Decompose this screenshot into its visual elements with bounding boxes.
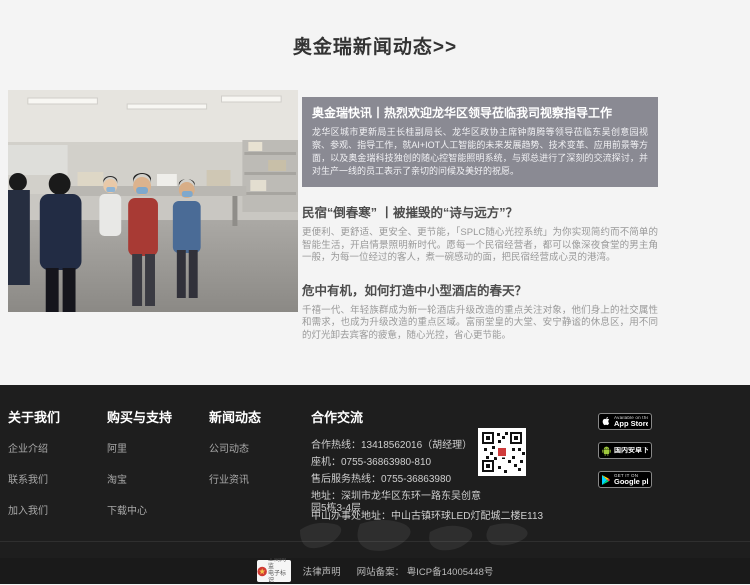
news-content: 奥金瑞快讯丨热烈欢迎龙华区领导莅临我司视察指导工作 龙华区城市更新局王长桂副局长… bbox=[0, 90, 750, 342]
article-featured[interactable]: 奥金瑞快讯丨热烈欢迎龙华区领导莅临我司视察指导工作 龙华区城市更新局王长桂副局长… bbox=[302, 97, 658, 187]
hotline-number: 合作热线：13418562016（胡经理） bbox=[311, 440, 481, 452]
landline-number: 座机：0755-36863980-810 bbox=[311, 457, 481, 469]
app-store-badge[interactable]: Available on the App Store bbox=[598, 413, 652, 430]
article-summary: 千禧一代、年轻族群成为新一轮酒店升级改造的重点关注对象，他们身上的社交属性和需求… bbox=[302, 305, 658, 343]
factory-visit-photo-illustration bbox=[8, 90, 298, 312]
news-photo[interactable] bbox=[8, 90, 298, 312]
app-download-badges: Available on the App Store 国内安卓下载 bbox=[598, 413, 652, 500]
footer-col-about: 关于我们 企业介绍 联系我们 加入我们 bbox=[8, 407, 107, 533]
footer-link-download-center[interactable]: 下载中心 bbox=[107, 502, 209, 517]
badge-main-text: App Store bbox=[614, 420, 648, 428]
footer-heading: 关于我们 bbox=[8, 407, 107, 426]
page-title[interactable]: 奥金瑞新闻动态>> bbox=[293, 32, 457, 59]
article-title[interactable]: 危中有机，如何打造中小型酒店的春天？ bbox=[302, 280, 658, 299]
gongshang-wangjian-seal[interactable]: 工商网监电子标识 bbox=[257, 560, 291, 582]
footer-divider bbox=[0, 541, 750, 542]
footer-link-industry-info[interactable]: 行业资讯 bbox=[209, 471, 311, 486]
footer-link-taobao[interactable]: 淘宝 bbox=[107, 471, 209, 486]
android-icon bbox=[602, 445, 611, 456]
after-sales-number: 售后服务热线：0755-36863980 bbox=[311, 474, 481, 486]
site-footer: 关于我们 企业介绍 联系我们 加入我们 购买与支持 阿里 淘宝 下载中心 新闻动… bbox=[0, 385, 750, 558]
footer-link-company-news[interactable]: 公司动态 bbox=[209, 440, 311, 455]
article-summary: 龙华区城市更新局王长桂副局长、龙华区政协主席钟荫腾等领导莅临东吴创意园视察、参观… bbox=[312, 126, 648, 178]
footer-heading: 购买与支持 bbox=[107, 407, 209, 426]
article-title[interactable]: 民宿“倒春寒” 丨被摧毁的“诗与远方”？ bbox=[302, 202, 658, 221]
bottom-bar: 工商网监电子标识 法律声明 网站备案： 粤ICP备14005448号 bbox=[0, 558, 750, 584]
world-map-decoration bbox=[290, 518, 590, 558]
footer-link-company-intro[interactable]: 企业介绍 bbox=[8, 440, 107, 455]
article-summary: 更便利、更舒适、更安全、更节能，「SPLC随心光控系统」为你实现简约而不简单的智… bbox=[302, 227, 658, 265]
android-download-badge[interactable]: 国内安卓下载 bbox=[598, 442, 652, 459]
footer-heading: 新闻动态 bbox=[209, 407, 311, 426]
icp-filing-link[interactable]: 网站备案： 粤ICP备14005448号 bbox=[357, 564, 494, 578]
google-play-icon bbox=[602, 474, 611, 485]
apple-icon bbox=[602, 416, 611, 427]
footer-link-ali[interactable]: 阿里 bbox=[107, 440, 209, 455]
article-title[interactable]: 奥金瑞快讯丨热烈欢迎龙华区领导莅临我司视察指导工作 bbox=[312, 104, 648, 121]
footer-link-contact-us[interactable]: 联系我们 bbox=[8, 471, 107, 486]
news-section-header: 奥金瑞新闻动态>> bbox=[0, 0, 750, 90]
badge-main-text: Google play bbox=[614, 478, 648, 486]
seal-text: 工商网监电子标识 bbox=[268, 557, 291, 585]
footer-col-buy-support: 购买与支持 阿里 淘宝 下载中心 bbox=[107, 407, 209, 533]
badge-main-text: 国内安卓下载 bbox=[614, 447, 648, 454]
qr-code-image bbox=[478, 428, 526, 476]
article-item[interactable]: 民宿“倒春寒” 丨被摧毁的“诗与远方”？ 更便利、更舒适、更安全、更节能，「SP… bbox=[302, 202, 658, 265]
legal-notice-link[interactable]: 法律声明 bbox=[303, 564, 341, 578]
footer-heading: 合作交流 bbox=[311, 407, 481, 426]
footer-col-news: 新闻动态 公司动态 行业资讯 bbox=[209, 407, 311, 533]
article-item[interactable]: 危中有机，如何打造中小型酒店的春天？ 千禧一代、年轻族群成为新一轮酒店升级改造的… bbox=[302, 280, 658, 343]
footer-link-join-us[interactable]: 加入我们 bbox=[8, 502, 107, 517]
national-emblem-icon bbox=[257, 566, 267, 577]
google-play-badge[interactable]: GET IT ON Google play bbox=[598, 471, 652, 488]
wechat-qr-code bbox=[478, 428, 526, 476]
news-article-list: 奥金瑞快讯丨热烈欢迎龙华区领导莅临我司视察指导工作 龙华区城市更新局王长桂副局长… bbox=[302, 90, 658, 342]
